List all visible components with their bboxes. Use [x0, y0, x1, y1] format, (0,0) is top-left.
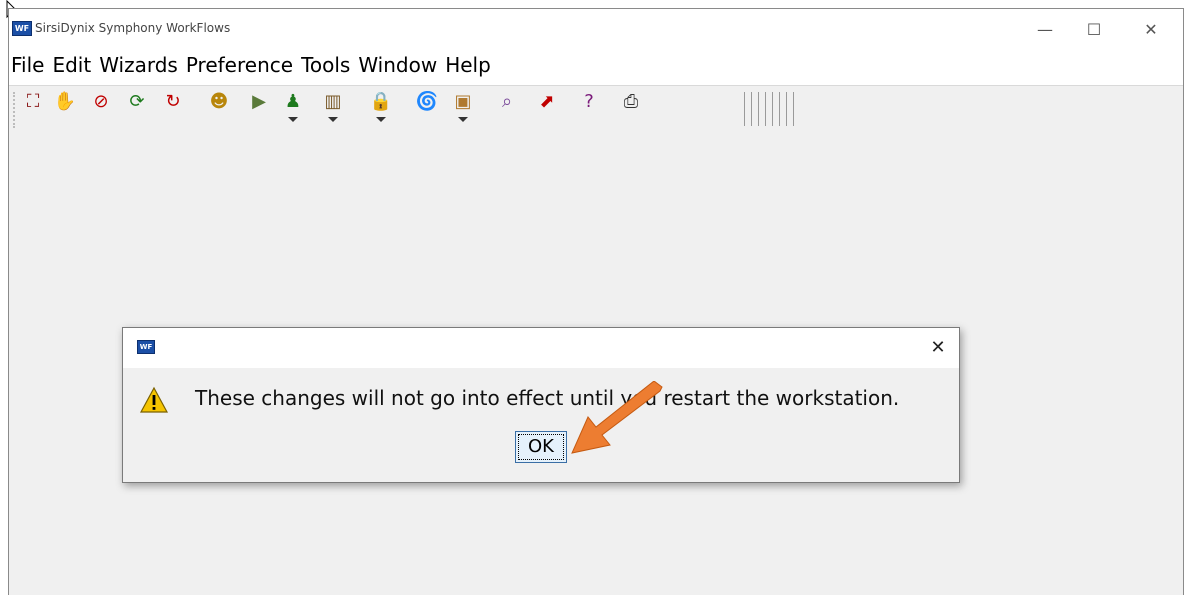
dialog-message: These changes will not go into effect un… [195, 386, 900, 410]
user-icon: ♟ [284, 91, 302, 112]
help-book-toolbar-button[interactable]: ? [577, 91, 601, 119]
dialog-title-bar: WF ✕ [123, 328, 959, 368]
lock-toolbar-button[interactable]: 🔒 [369, 91, 393, 122]
book-icon: ▥ [324, 91, 342, 112]
stamp-icon: ⛶ [26, 91, 40, 112]
box-icon: ▣ [454, 91, 472, 112]
menu-file[interactable]: File [9, 51, 48, 79]
menu-wizards[interactable]: Wizards [95, 51, 182, 79]
dropdown-arrow-icon[interactable] [458, 117, 468, 122]
checkin-toolbar-button[interactable]: ▶ [247, 91, 271, 119]
minimize-button[interactable]: — [1027, 15, 1063, 45]
no-book-icon: ⊘ [93, 91, 109, 112]
menu-window[interactable]: Window [354, 51, 441, 79]
tornado-toolbar-button[interactable]: 🌀 [415, 91, 439, 119]
menu-help[interactable]: Help [441, 51, 495, 79]
book-renew-toolbar-button[interactable]: ↻ [161, 91, 185, 119]
menu-preference[interactable]: Preference [182, 51, 297, 79]
checkin-icon: ▶ [252, 91, 266, 112]
search-book-icon: ⌕ [501, 91, 513, 112]
hand-book-icon: ✋ [53, 91, 77, 112]
user-renew-icon: ⟳ [129, 91, 145, 112]
menu-bar: File Edit Wizards Preference Tools Window Help [9, 49, 1183, 86]
user-renew-toolbar-button[interactable]: ⟳ [125, 91, 149, 119]
printer-toolbar-button[interactable]: ⎙ [619, 91, 643, 119]
report-chart-toolbar-button[interactable]: ⬈ [535, 91, 559, 119]
info-dialog: WF ✕ These changes will not go into effe… [122, 327, 960, 483]
main-window: WF SirsiDynix Symphony WorkFlows — ☐ ✕ F… [8, 8, 1184, 595]
users-group-icon: ☻ [209, 91, 229, 112]
dropdown-arrow-icon[interactable] [376, 117, 386, 122]
toolbar-separator [744, 92, 794, 126]
help-book-icon: ? [584, 91, 594, 112]
lock-icon: 🔒 [369, 91, 393, 112]
toolbar-grip[interactable] [13, 92, 18, 128]
menu-edit[interactable]: Edit [48, 51, 95, 79]
printer-icon: ⎙ [623, 91, 639, 112]
report-chart-icon: ⬈ [539, 91, 555, 112]
menu-tools[interactable]: Tools [297, 51, 354, 79]
highlight-arrow-icon [571, 381, 663, 454]
dialog-app-icon: WF [137, 340, 155, 354]
title-bar: WF SirsiDynix Symphony WorkFlows — ☐ ✕ [9, 9, 1183, 49]
book-toolbar-button[interactable]: ▥ [321, 91, 345, 122]
search-book-toolbar-button[interactable]: ⌕ [495, 91, 519, 119]
dropdown-arrow-icon[interactable] [328, 117, 338, 122]
warning-icon [139, 386, 169, 413]
book-renew-icon: ↻ [165, 91, 181, 112]
app-logo-icon: WF [12, 21, 32, 36]
dropdown-arrow-icon[interactable] [288, 117, 298, 122]
window-title: SirsiDynix Symphony WorkFlows [35, 21, 231, 35]
toolbar: ⛶ ✋ ⊘ ⟳ ↻ ☻ ▶ ♟ ▥ 🔒 🌀 ▣ ⌕ ⬈? ⎙ [9, 86, 1183, 128]
users-group-toolbar-button[interactable]: ☻ [207, 91, 231, 119]
tornado-icon: 🌀 [415, 91, 439, 112]
box-toolbar-button[interactable]: ▣ [451, 91, 475, 122]
close-window-button[interactable]: ✕ [1133, 15, 1169, 45]
maximize-button[interactable]: ☐ [1076, 15, 1112, 45]
user-toolbar-button[interactable]: ♟ [281, 91, 305, 122]
ok-button[interactable]: OK [515, 431, 567, 463]
dialog-close-button[interactable]: ✕ [925, 334, 951, 362]
hand-book-toolbar-button[interactable]: ✋ [53, 91, 77, 119]
stamp-toolbar-button[interactable]: ⛶ [21, 91, 45, 119]
no-book-toolbar-button[interactable]: ⊘ [89, 91, 113, 119]
